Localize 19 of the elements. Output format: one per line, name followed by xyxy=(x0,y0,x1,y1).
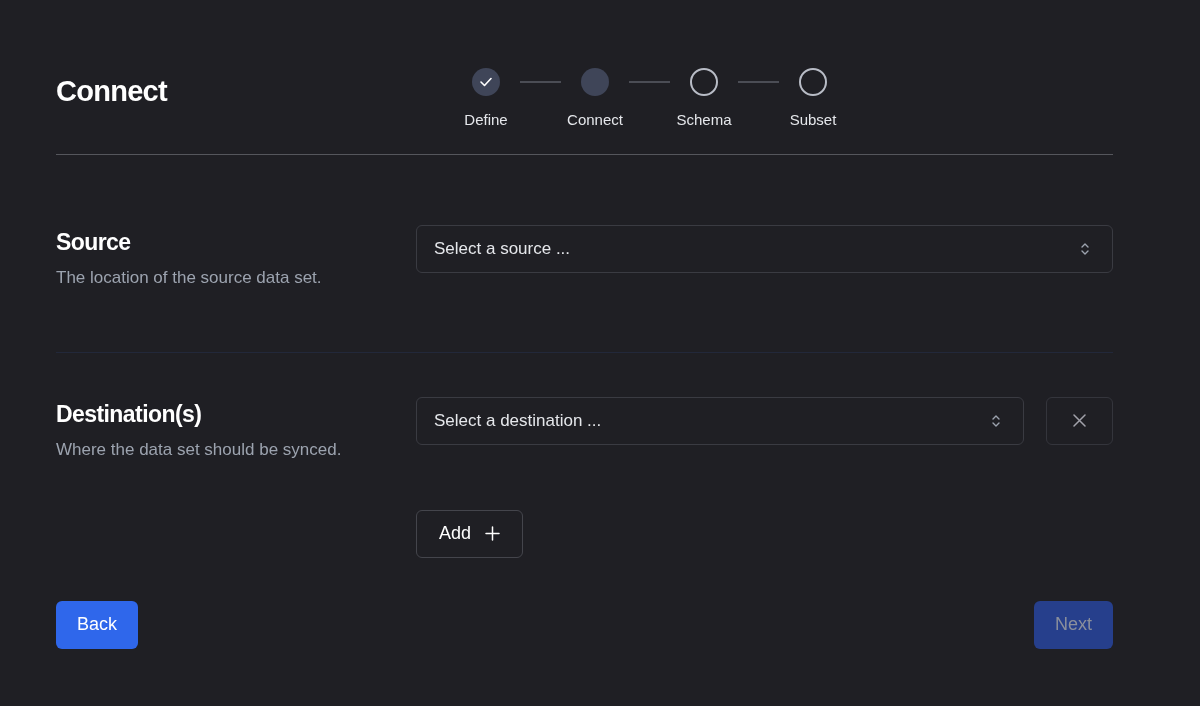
select-dropdown[interactable]: Select a source ... xyxy=(416,224,1113,273)
plus-icon xyxy=(485,526,501,541)
chevron-up-down-icon xyxy=(1080,241,1090,256)
section-title: Destination(s) xyxy=(56,399,203,429)
close-icon xyxy=(1073,414,1086,427)
remove-button[interactable] xyxy=(1046,396,1113,445)
check-icon xyxy=(480,77,492,87)
step-label: Schema xyxy=(676,110,732,130)
step-label: Subset xyxy=(789,110,837,130)
chevron-up-down-icon xyxy=(991,413,1001,428)
page-title: Connect xyxy=(56,74,169,109)
step-label: Define xyxy=(464,110,508,130)
section-title: Source xyxy=(56,227,132,257)
back-button[interactable]: Back xyxy=(56,600,139,649)
section-description: Where the data set should be synced. xyxy=(56,439,343,461)
add-button[interactable]: Add xyxy=(416,509,524,558)
select-dropdown[interactable]: Select a destination ... xyxy=(416,396,1024,445)
step-label: Connect xyxy=(567,110,623,130)
section-description: The location of the source data set. xyxy=(56,267,323,289)
